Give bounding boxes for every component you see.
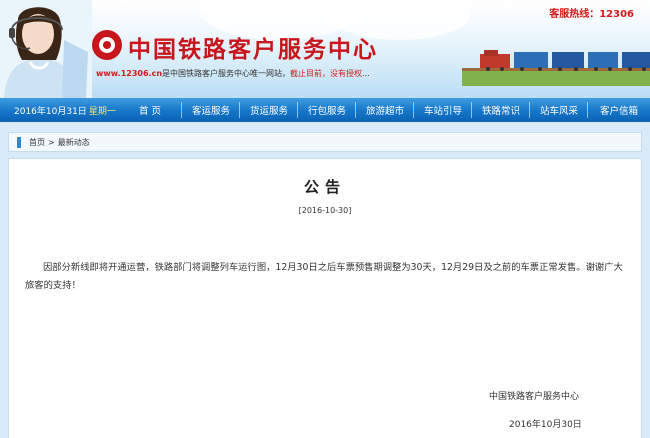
nav-item-luggage-service[interactable]: 行包服务	[298, 98, 356, 122]
current-weekday: 星期一	[88, 106, 116, 117]
nav-item-passenger-service[interactable]: 客运服务	[182, 98, 240, 122]
breadcrumb: 首页 > 最新动态	[8, 132, 642, 152]
nav-item-home[interactable]: 首 页	[118, 98, 182, 122]
train-illustration	[462, 44, 650, 86]
nav-item-travel-market[interactable]: 旅游超市	[356, 98, 414, 122]
site-tagline: www.12306.cn是中国铁路客户服务中心唯一网站，截止目前，没有授权...	[96, 68, 370, 79]
notice-panel: 公告 [2016-10-30] 因部分新线即将开通运营，铁路部门将调整列车运行图…	[8, 158, 642, 438]
site-header: 客服热线：12306 中国铁路客户服务中心 www.12306.cn是中国铁路客…	[0, 0, 650, 98]
main-nav: 2016年10月31日 星期一 首 页 客运服务 货运服务 行包服务 旅游超市 车…	[0, 98, 650, 122]
nav-item-railway-knowledge[interactable]: 铁路常识	[472, 98, 530, 122]
hotline-text: 客服热线：12306	[549, 9, 634, 20]
breadcrumb-marker-icon	[17, 136, 21, 148]
notice-signature-date: 2016年10月30日	[509, 420, 582, 430]
current-date: 2016年10月31日	[14, 106, 87, 117]
site-title: 中国铁路客户服务中心	[128, 36, 378, 63]
breadcrumb-separator: >	[48, 137, 55, 147]
nav-item-freight-service[interactable]: 货运服务	[240, 98, 298, 122]
tagline-text: 是中国铁路客户服务中心唯一网站，	[162, 69, 291, 78]
nav-item-customer-mailbox[interactable]: 客户信箱	[588, 98, 650, 122]
breadcrumb-home[interactable]: 首页	[29, 137, 45, 148]
nav-item-station-style[interactable]: 站车风采	[530, 98, 588, 122]
customer-service-avatar	[0, 0, 92, 98]
nav-date: 2016年10月31日 星期一	[0, 98, 118, 122]
tagline-ellipsis: ...	[362, 69, 370, 78]
breadcrumb-current[interactable]: 最新动态	[58, 137, 90, 148]
railway-logo-icon	[92, 30, 122, 60]
notice-signature-org: 中国铁路客户服务中心	[489, 392, 580, 402]
nav-item-station-guide[interactable]: 车站引导	[414, 98, 472, 122]
notice-body: 因部分新线即将开通运营，铁路部门将调整列车运行图，12月30日之后车票预售期调整…	[25, 262, 623, 291]
notice-date: [2016-10-30]	[298, 206, 352, 215]
site-url[interactable]: www.12306.cn	[96, 69, 162, 78]
tagline-warning: 截止目前，没有授权	[290, 69, 363, 78]
notice-title: 公告	[303, 178, 346, 196]
